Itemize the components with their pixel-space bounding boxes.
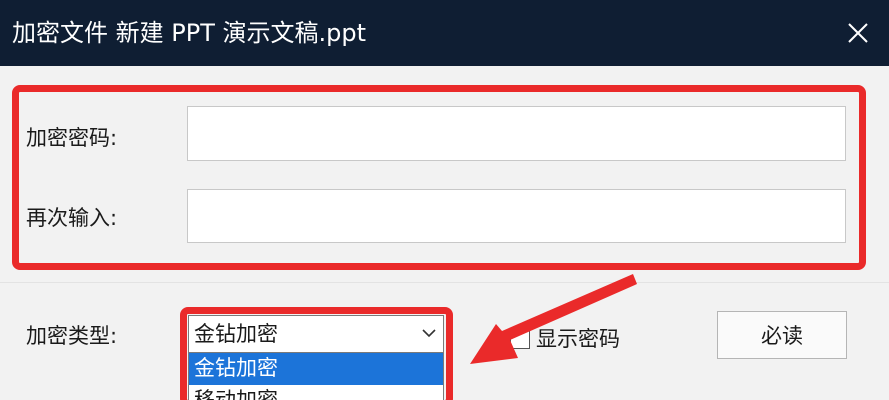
- dropdown-option-gold[interactable]: 金钻加密: [189, 353, 443, 385]
- show-password-checkbox[interactable]: [510, 329, 530, 349]
- show-password-label: 显示密码: [536, 327, 620, 351]
- password-label: 加密密码:: [26, 126, 118, 150]
- section-divider: [0, 282, 889, 283]
- close-button[interactable]: [827, 8, 889, 58]
- window-title: 加密文件 新建 PPT 演示文稿.ppt: [12, 19, 366, 47]
- encryption-type-label: 加密类型:: [26, 324, 118, 348]
- show-password-toggle[interactable]: 显示密码: [510, 324, 620, 354]
- confirm-password-label: 再次输入:: [26, 206, 118, 230]
- must-read-button[interactable]: 必读: [717, 311, 847, 359]
- password-input[interactable]: [187, 106, 846, 161]
- dropdown-option-mobile[interactable]: 移动加密: [189, 385, 443, 400]
- chevron-down-icon: [422, 329, 436, 338]
- encryption-type-value: 金钻加密: [194, 322, 278, 346]
- encryption-type-select[interactable]: 金钻加密: [188, 315, 444, 353]
- encryption-type-dropdown: 金钻加密 移动加密: [188, 353, 444, 400]
- window-titlebar: 加密文件 新建 PPT 演示文稿.ppt: [0, 0, 889, 66]
- close-icon: [848, 23, 868, 43]
- confirm-password-input[interactable]: [187, 189, 846, 243]
